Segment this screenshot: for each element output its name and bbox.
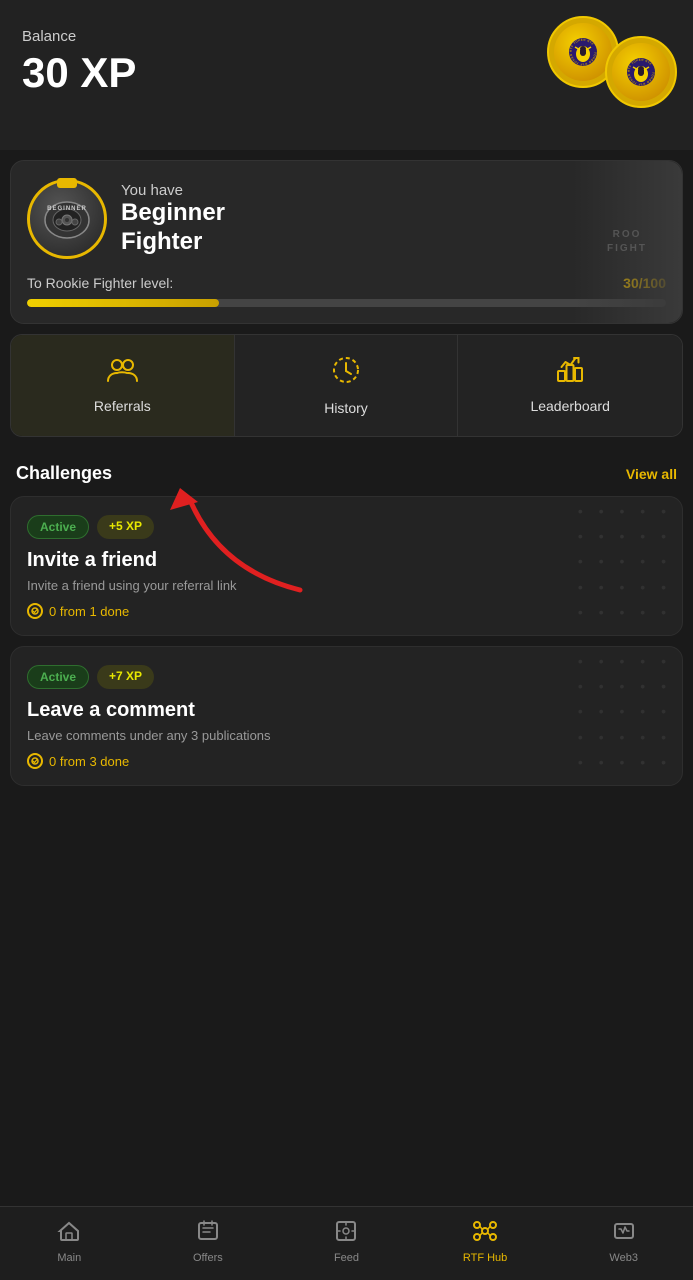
nav-label-feed: Feed	[334, 1252, 359, 1264]
fighter-right-image: ROOFIGHT	[572, 161, 682, 323]
actions-grid: Referrals History Leaderboa	[10, 334, 683, 437]
progress-label: To Rookie Fighter level:	[27, 275, 173, 291]
challenges-header: Challenges View all	[0, 447, 693, 496]
token-coins: RTF TOKEN RTF TOKEN RTF TOKEN	[547, 16, 677, 108]
web3-icon	[612, 1219, 636, 1248]
progress-section: To Rookie Fighter level: 30/100	[27, 275, 666, 307]
referrals-label: Referrals	[94, 398, 151, 414]
progress-bar-fill	[27, 299, 219, 307]
feed-icon	[334, 1219, 358, 1248]
leaderboard-label: Leaderboard	[530, 398, 609, 414]
challenge-card-1: Active +5 XP Invite a friend Invite a fr…	[10, 496, 683, 636]
leaderboard-icon	[555, 355, 585, 388]
rtf-hub-icon	[471, 1219, 499, 1248]
home-icon	[57, 1219, 81, 1248]
dot-pattern-1	[562, 535, 682, 635]
page-wrapper: Balance 30 XP	[0, 0, 693, 876]
bottom-nav: Main Offers Feed RTF Hub	[0, 1206, 693, 1280]
view-all-button[interactable]: View all	[626, 466, 677, 482]
svg-text:TOKEN RTF TOKEN: TOKEN RTF TOKEN	[569, 52, 598, 66]
check-circle-1	[27, 603, 43, 619]
svg-text:RTF TOKEN RTF: RTF TOKEN RTF	[627, 58, 653, 72]
fighter-badge: BEGINNER	[27, 179, 107, 259]
leaderboard-button[interactable]: Leaderboard	[458, 335, 682, 436]
nav-item-offers[interactable]: Offers	[139, 1215, 278, 1268]
referrals-icon	[106, 355, 138, 388]
check-circle-2	[27, 753, 43, 769]
history-button[interactable]: History	[235, 335, 459, 436]
challenge-card-2: Active +7 XP Leave a comment Leave comme…	[10, 646, 683, 786]
nav-item-rtf-hub[interactable]: RTF Hub	[416, 1215, 555, 1268]
progress-row: To Rookie Fighter level: 30/100	[27, 275, 666, 291]
offers-icon	[196, 1219, 220, 1248]
nav-label-web3: Web3	[609, 1252, 638, 1264]
nav-item-main[interactable]: Main	[0, 1215, 139, 1268]
fighter-bg-text: ROOFIGHT	[607, 228, 647, 256]
nav-label-main: Main	[57, 1252, 81, 1264]
nav-item-web3[interactable]: Web3	[554, 1215, 693, 1268]
balance-section: Balance 30 XP	[0, 0, 693, 150]
nav-label-offers: Offers	[193, 1252, 223, 1264]
challenges-title: Challenges	[16, 463, 112, 484]
active-badge-2: Active	[27, 665, 89, 689]
fighter-info: BEGINNER You have Beginner Fighter ROOFI…	[27, 179, 666, 259]
active-badge-1: Active	[27, 515, 89, 539]
history-icon	[331, 355, 361, 390]
progress-bar-track	[27, 299, 666, 307]
svg-text:TOKEN RTF TOKEN: TOKEN RTF TOKEN	[627, 72, 656, 86]
dot-pattern-2	[562, 685, 682, 785]
xp-badge-1: +5 XP	[97, 515, 154, 539]
token-ring-svg: RTF TOKEN RTF TOKEN RTF TOKEN	[567, 36, 599, 68]
coin-2: RTF TOKEN RTF TOKEN RTF TOKEN	[605, 36, 677, 108]
referrals-button[interactable]: Referrals	[11, 335, 235, 436]
token-ring-svg-2: RTF TOKEN RTF TOKEN RTF TOKEN	[625, 56, 657, 88]
nav-item-feed[interactable]: Feed	[277, 1215, 416, 1268]
fighter-level-card: BEGINNER You have Beginner Fighter ROOFI…	[10, 160, 683, 324]
nav-label-rtf-hub: RTF Hub	[463, 1252, 507, 1264]
svg-text:BEGINNER: BEGINNER	[47, 206, 87, 212]
badge-text: BEGINNER	[37, 188, 97, 251]
svg-text:RTF TOKEN RTF: RTF TOKEN RTF	[569, 38, 595, 52]
xp-badge-2: +7 XP	[97, 665, 154, 689]
history-label: History	[324, 400, 368, 416]
